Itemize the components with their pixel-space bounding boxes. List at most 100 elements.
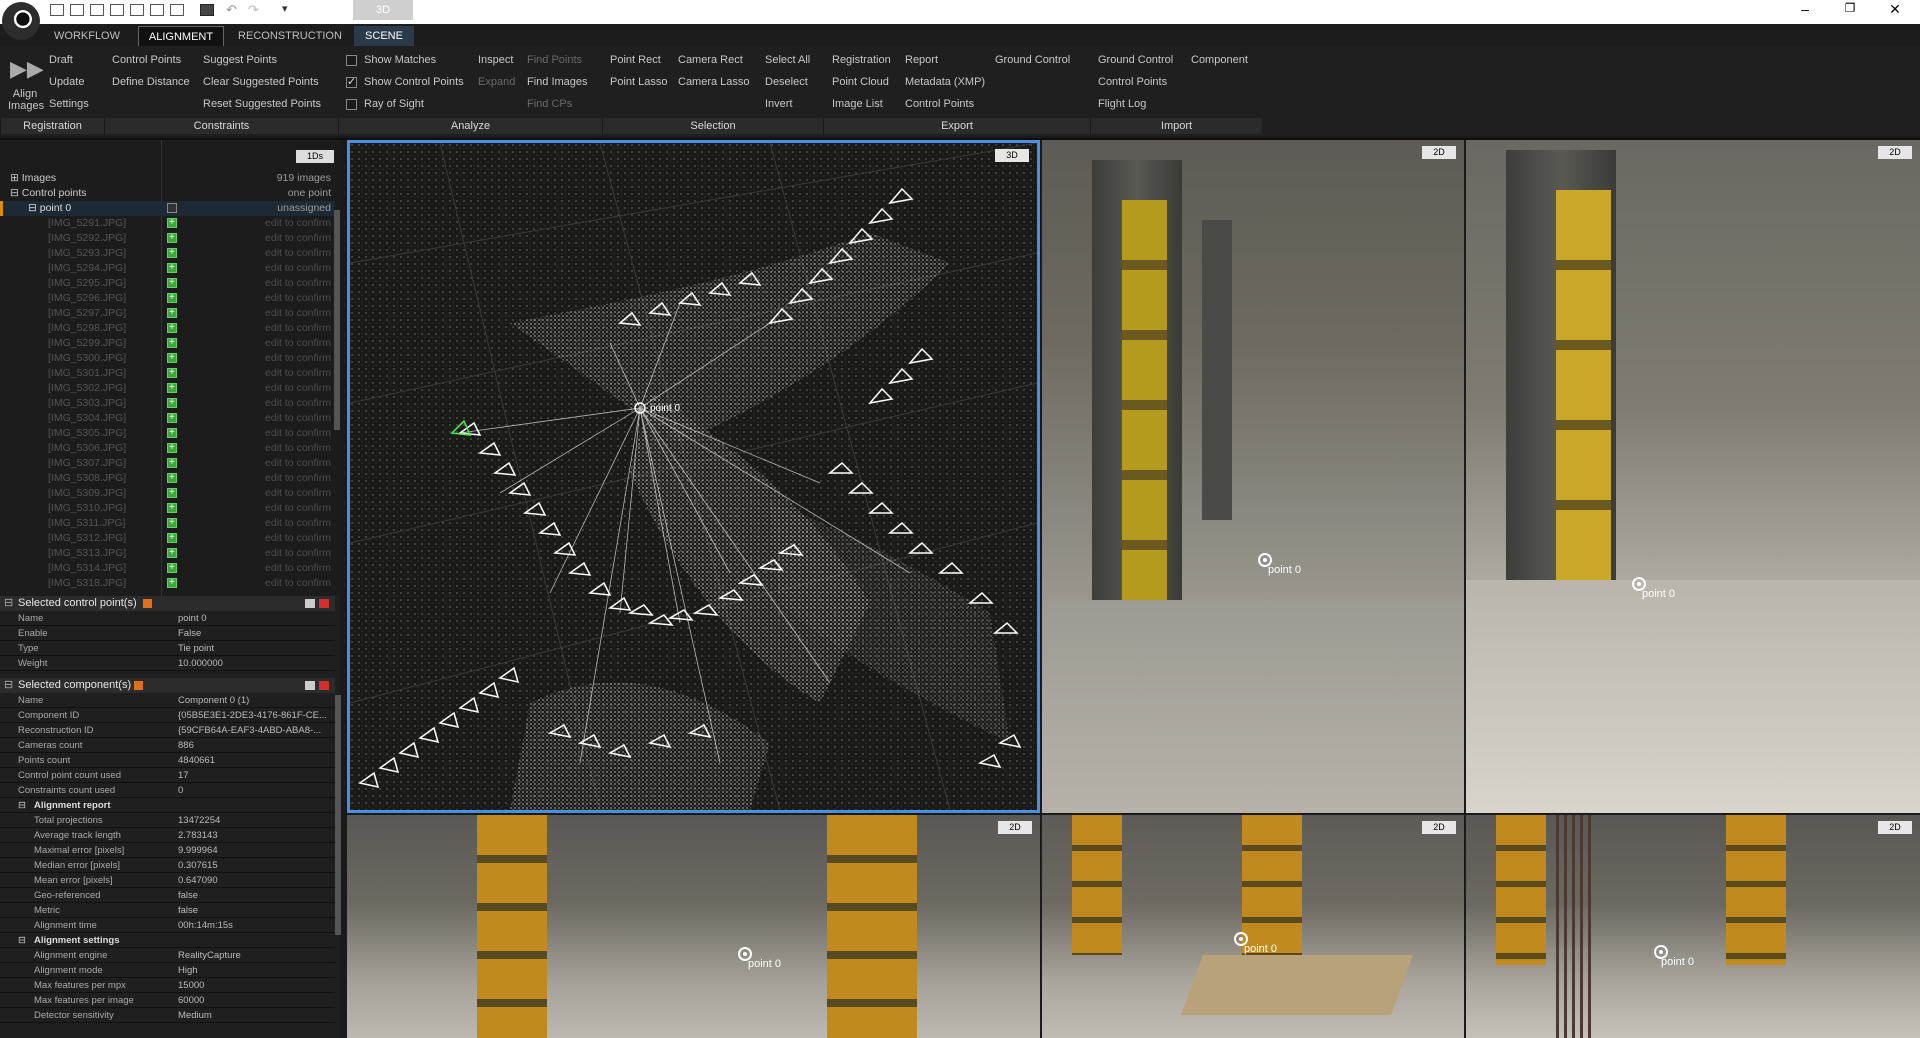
update-button[interactable]: Update [49, 76, 84, 88]
export-control-points-button[interactable]: Control Points [905, 98, 974, 110]
confirm-checkbox[interactable] [167, 560, 177, 575]
collapse-minus-icon[interactable]: ⊟ [10, 187, 19, 199]
property-row[interactable]: Max features per image 60000 [0, 993, 335, 1008]
confirm-checkbox[interactable] [167, 305, 177, 320]
point-lasso-button[interactable]: Point Lasso [610, 76, 667, 88]
align-images-button[interactable]: Align Images [8, 88, 44, 112]
export-image-list-button[interactable]: Image List [832, 98, 883, 110]
confirm-checkbox[interactable] [167, 425, 177, 440]
invert-button[interactable]: Invert [765, 98, 793, 110]
property-row[interactable]: Total projections 13472254 [0, 813, 335, 828]
view-2d-5[interactable]: 2D point 0 [1466, 815, 1920, 1038]
property-row[interactable]: Detector sensitivity Medium [0, 1008, 335, 1023]
layout-grid-icon[interactable] [200, 4, 214, 16]
tree-image-row[interactable]: [IMG_5294.JPG] edit to confirm [0, 260, 335, 276]
tree-image-row[interactable]: [IMG_5306.JPG] edit to confirm [0, 440, 335, 456]
tree-image-row[interactable]: [IMG_5318.JPG] edit to confirm [0, 575, 335, 591]
tab-workflow[interactable]: WORKFLOW [48, 26, 126, 46]
panel-close-icon[interactable] [319, 599, 329, 608]
close-icon[interactable]: ✕ [1885, 1, 1905, 18]
define-distance-button[interactable]: Define Distance [112, 76, 190, 88]
view-2d-4-tag[interactable]: 2D [1422, 821, 1456, 834]
tree-image-row[interactable]: [IMG_5299.JPG] edit to confirm [0, 335, 335, 351]
show-matches-label[interactable]: Show Matches [364, 54, 436, 66]
tree-image-row[interactable]: [IMG_5296.JPG] edit to confirm [0, 290, 335, 306]
show-control-points-checkbox[interactable] [346, 75, 357, 88]
view-2d-5-tag[interactable]: 2D [1878, 821, 1912, 834]
expand-plus-icon[interactable]: ⊞ [10, 172, 19, 184]
view-2d-2-tag[interactable]: 2D [1878, 146, 1912, 159]
tree-image-row[interactable]: [IMG_5293.JPG] edit to confirm [0, 245, 335, 261]
align-images-icon[interactable]: ▶▶ [10, 56, 44, 82]
point0-checkbox[interactable] [167, 203, 177, 213]
layout-4-icon[interactable] [110, 4, 124, 16]
clear-suggested-button[interactable]: Clear Suggested Points [203, 76, 319, 88]
confirm-checkbox[interactable] [167, 365, 177, 380]
view-3d[interactable]: 3D point 0 [347, 140, 1040, 813]
undo-icon[interactable]: ↶ [226, 2, 237, 18]
view-3d-tag[interactable]: 3D [995, 149, 1029, 162]
tree-image-row[interactable]: [IMG_5308.JPG] edit to confirm [0, 470, 335, 486]
tree-scrollbar[interactable] [334, 210, 340, 430]
confirm-checkbox[interactable] [167, 410, 177, 425]
find-cps-button[interactable]: Find CPs [527, 98, 572, 110]
view-2d-2[interactable]: 2D point 0 [1466, 140, 1920, 813]
export-registration-button[interactable]: Registration [832, 54, 891, 66]
tree-image-row[interactable]: [IMG_5307.JPG] edit to confirm [0, 455, 335, 471]
layout-3-icon[interactable] [90, 4, 104, 16]
camera-lasso-button[interactable]: Camera Lasso [678, 76, 750, 88]
confirm-checkbox[interactable] [167, 260, 177, 275]
confirm-checkbox[interactable] [167, 350, 177, 365]
confirm-checkbox[interactable] [167, 290, 177, 305]
panel-float-icon[interactable] [305, 599, 315, 608]
show-control-points-label[interactable]: Show Control Points [364, 76, 464, 88]
property-row[interactable]: Alignment engine RealityCapture [0, 948, 335, 963]
property-row[interactable]: Metric false [0, 903, 335, 918]
tree-image-row[interactable]: [IMG_5304.JPG] edit to confirm [0, 410, 335, 426]
tree-point0-row[interactable]: ⊟ point 0 unassigned [0, 201, 335, 216]
point-rect-button[interactable]: Point Rect [610, 54, 661, 66]
collapse-minus-icon[interactable]: ⊟ [4, 678, 13, 693]
confirm-checkbox[interactable] [167, 440, 177, 455]
property-row[interactable]: Enable False [0, 626, 335, 641]
collapse-minus-icon[interactable]: ⊟ [18, 933, 26, 948]
alignment-settings-section[interactable]: ⊟ Alignment settings [0, 933, 335, 948]
confirm-checkbox[interactable] [167, 320, 177, 335]
property-row[interactable]: Max features per mpx 15000 [0, 978, 335, 993]
draft-button[interactable]: Draft [49, 54, 73, 66]
restore-icon[interactable]: ❐ [1840, 1, 1860, 15]
tree-image-row[interactable]: [IMG_5297.JPG] edit to confirm [0, 305, 335, 321]
confirm-checkbox[interactable] [167, 470, 177, 485]
reset-suggested-button[interactable]: Reset Suggested Points [203, 98, 321, 110]
layout-5-icon[interactable] [130, 4, 144, 16]
view-2d-1-tag[interactable]: 2D [1422, 146, 1456, 159]
view-2d-3-tag[interactable]: 2D [998, 821, 1032, 834]
property-row[interactable]: Type Tie point [0, 641, 335, 656]
collapse-minus-icon[interactable]: ⊟ [28, 202, 37, 214]
find-images-button[interactable]: Find Images [527, 76, 588, 88]
view-2d-4[interactable]: 2D point 0 [1042, 815, 1464, 1038]
layout-6-icon[interactable] [150, 4, 164, 16]
confirm-checkbox[interactable] [167, 335, 177, 350]
property-row[interactable]: Control point count used 17 [0, 768, 335, 783]
ray-of-sight-label[interactable]: Ray of Sight [364, 98, 424, 110]
tab-reconstruction[interactable]: RECONSTRUCTION [234, 26, 346, 46]
tree-image-row[interactable]: [IMG_5305.JPG] edit to confirm [0, 425, 335, 441]
panel-pin-icon[interactable] [143, 599, 152, 608]
import-flight-log-button[interactable]: Flight Log [1098, 98, 1146, 110]
tree-image-row[interactable]: [IMG_5291.JPG] edit to confirm [0, 215, 335, 231]
tree-image-row[interactable]: [IMG_5311.JPG] edit to confirm [0, 515, 335, 531]
property-row[interactable]: Component ID {05B5E3E1-2DE3-4176-861F-CE.… [0, 708, 335, 723]
property-row[interactable]: Median error [pixels] 0.307615 [0, 858, 335, 873]
confirm-checkbox[interactable] [167, 485, 177, 500]
import-control-points-button[interactable]: Control Points [1098, 76, 1167, 88]
tree-1ds-tag[interactable]: 1Ds [296, 150, 334, 163]
scene-3d-tab[interactable]: 3D [353, 0, 413, 20]
panel-pin-icon[interactable] [134, 681, 143, 690]
tab-alignment[interactable]: ALIGNMENT [138, 26, 224, 46]
tree-image-row[interactable]: [IMG_5313.JPG] edit to confirm [0, 545, 335, 561]
alignment-report-section[interactable]: ⊟ Alignment report [0, 798, 335, 813]
tree-image-row[interactable]: [IMG_5314.JPG] edit to confirm [0, 560, 335, 576]
redo-icon[interactable]: ↷ [248, 2, 259, 18]
confirm-checkbox[interactable] [167, 215, 177, 230]
